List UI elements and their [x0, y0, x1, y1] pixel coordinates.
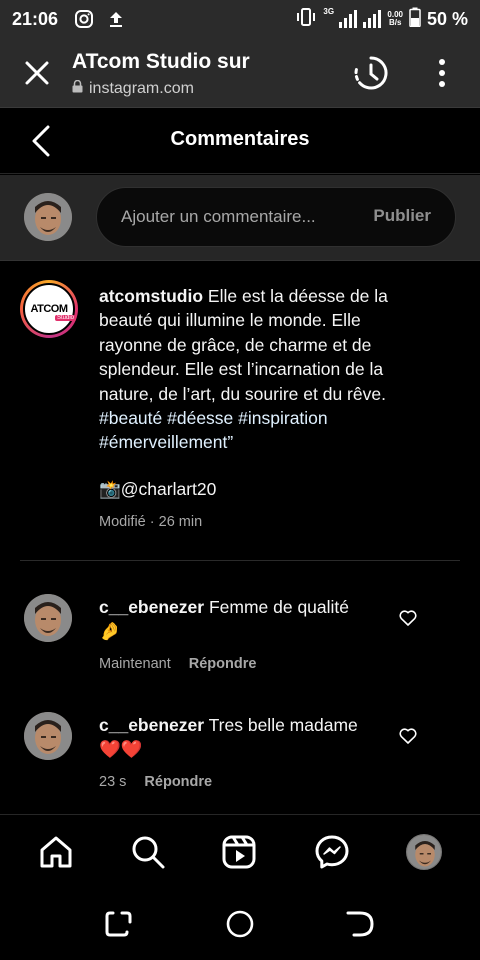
reply-button[interactable]: Répondre [144, 774, 212, 790]
comment-emoji: 🤌 [99, 621, 121, 641]
brand-avatar[interactable]: ATCOM Studio [20, 280, 78, 338]
post-caption: ATCOM Studio atcomstudio Elle est la dée… [0, 262, 480, 560]
caption-username[interactable]: atcomstudio [99, 286, 203, 306]
heart-outline-icon[interactable] [398, 608, 418, 628]
divider [20, 560, 460, 561]
upload-notification-icon [106, 9, 126, 29]
caption-mention[interactable]: 📸@charlart20 [99, 479, 216, 500]
recent-apps-icon[interactable] [104, 908, 136, 940]
browser-url: instagram.com [72, 79, 194, 98]
messenger-icon[interactable] [313, 833, 351, 871]
network-speed: 0.00 B/s [387, 11, 403, 27]
comment-time: Maintenant [99, 656, 171, 672]
battery-percent: 50 % [426, 8, 468, 29]
comment-input[interactable] [121, 188, 351, 246]
lock-icon [72, 79, 83, 98]
comment-emoji: ❤️❤️ [99, 739, 143, 759]
url-text: instagram.com [89, 80, 194, 97]
comment-time: 23 s [99, 774, 127, 790]
commenter-avatar[interactable] [24, 712, 72, 760]
system-navigation [0, 886, 480, 960]
status-right-group: 3G 0.00 B/s 50 % [295, 7, 468, 32]
page-title: Commentaires [170, 128, 310, 150]
comment-meta: 23 s Répondre [99, 774, 212, 790]
brand-logo-text: ATCOM [30, 303, 68, 315]
network-type: 3G [323, 7, 335, 16]
history-icon[interactable] [352, 54, 390, 92]
home-icon[interactable] [37, 833, 75, 871]
browser-title: ATcom Studio sur [72, 50, 250, 73]
profile-tab[interactable] [405, 833, 443, 871]
network-speed-unit: B/s [388, 18, 402, 27]
vibrate-icon [295, 7, 317, 32]
caption-hashtags[interactable]: #beauté #déesse #inspiration #émerveille… [99, 408, 328, 452]
battery-icon [409, 7, 421, 32]
brand-logo-sub: Studio [55, 315, 77, 321]
comment-text: c__ebenezer Femme de qualité 🤌 [99, 595, 379, 643]
reply-button[interactable]: Répondre [189, 656, 257, 672]
reels-icon[interactable] [220, 833, 258, 871]
caption-meta: Modifié · 26 min [99, 514, 203, 530]
commenter-avatar[interactable] [24, 594, 72, 642]
bottom-navigation [0, 814, 480, 886]
caption-text: atcomstudio Elle est la déesse de la bea… [99, 284, 419, 455]
instagram-notification-icon [74, 9, 94, 29]
comment-body: Femme de qualité [208, 597, 350, 617]
status-time: 21:06 [12, 8, 59, 29]
search-icon[interactable] [129, 833, 167, 871]
brand-logo: ATCOM Studio [23, 283, 77, 335]
comment-text: c__ebenezer Tres belle madame ❤️❤️ [99, 713, 379, 761]
signal-icon [363, 10, 382, 28]
profile-avatar [406, 834, 442, 870]
comment-meta: Maintenant Répondre [99, 656, 256, 672]
user-avatar[interactable] [24, 193, 72, 241]
signal-3g-icon: 3G [323, 7, 358, 28]
more-vertical-icon[interactable] [432, 56, 452, 90]
status-bar: 21:06 3G 0.00 B/s 50 % [0, 0, 480, 38]
comment-username[interactable]: c__ebenezer [99, 715, 204, 735]
comment-body: Tres belle madame [208, 715, 358, 735]
back-nav-icon[interactable] [344, 908, 376, 940]
comment-username[interactable]: c__ebenezer [99, 597, 204, 617]
add-comment-bar: Publier [0, 175, 480, 261]
heart-outline-icon[interactable] [398, 726, 418, 746]
publish-button[interactable]: Publier [373, 206, 431, 226]
close-icon[interactable] [22, 58, 52, 88]
comments-header: Commentaires [0, 108, 480, 174]
comment-input-wrapper: Publier [96, 187, 456, 247]
custom-tab-toolbar: ATcom Studio sur instagram.com [0, 38, 480, 108]
home-circle-icon[interactable] [224, 908, 256, 940]
